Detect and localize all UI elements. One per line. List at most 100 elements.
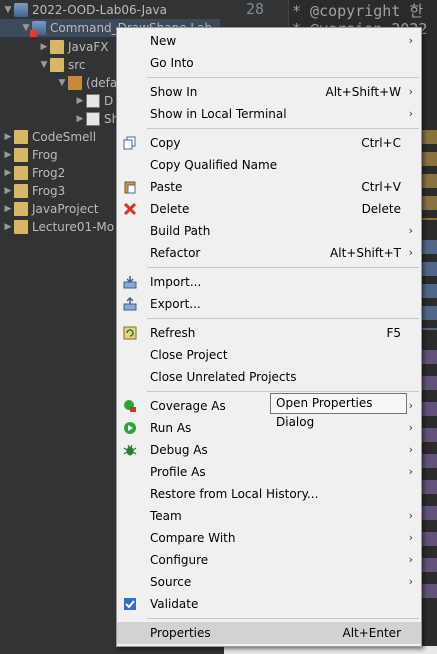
submenu-arrow-icon: › (408, 531, 413, 544)
tree-item-javaproject[interactable]: ▶ JavaProject (2, 200, 98, 218)
java-file-icon (86, 94, 100, 108)
expand-arrow-icon[interactable]: ▶ (2, 146, 14, 164)
export-icon (123, 297, 137, 311)
tree-item-label: Frog3 (32, 184, 66, 198)
menu-item-label: Close Unrelated Projects (150, 370, 297, 384)
menu-item-build-path[interactable]: Build Path › (117, 220, 421, 242)
menu-item-accelerator: Alt+Shift+W (325, 85, 402, 99)
submenu-arrow-icon: › (408, 575, 413, 588)
project-icon (14, 184, 28, 198)
tree-item-label: 2022-OOD-Lab06-Java (32, 3, 167, 17)
expand-arrow-icon[interactable]: ▶ (74, 92, 86, 110)
menu-item-label: Restore from Local History... (150, 487, 319, 501)
tree-item-project-lab06[interactable]: ▼ 2022-OOD-Lab06-Java (2, 1, 167, 19)
menu-item-debug-as[interactable]: Debug As › (117, 439, 421, 461)
java-file-icon (86, 112, 100, 126)
menu-item-new[interactable]: New › (117, 30, 421, 52)
menu-item-label: Coverage As (150, 399, 226, 413)
tree-item-label: Frog2 (32, 166, 66, 180)
tooltip: Open Properties Dialog (270, 393, 407, 429)
submenu-arrow-icon: › (408, 34, 413, 47)
menu-item-paste[interactable]: Paste Ctrl+V (117, 176, 421, 198)
menu-item-label: Debug As (150, 443, 208, 457)
tree-item-file-d[interactable]: ▶ D (74, 92, 113, 110)
menu-item-refresh[interactable]: Refresh F5 (117, 322, 421, 344)
submenu-arrow-icon: › (408, 246, 413, 259)
menu-item-show-in[interactable]: Show In Alt+Shift+W › (117, 81, 421, 103)
menu-item-label: Show In (150, 85, 198, 99)
menu-item-go-into[interactable]: Go Into (117, 52, 421, 74)
menu-item-accelerator: Ctrl+C (361, 136, 401, 150)
menu-item-source[interactable]: Source › (117, 571, 421, 593)
validate-checkmark-icon (124, 598, 136, 610)
expand-arrow-icon[interactable]: ▶ (2, 200, 14, 218)
submenu-arrow-icon: › (408, 224, 413, 237)
tree-item-lecture01[interactable]: ▶ Lecture01-Mo (2, 218, 114, 236)
status-strip (224, 646, 437, 654)
menu-item-validate[interactable]: Validate (117, 593, 421, 615)
menu-item-copy-qualified-name[interactable]: Copy Qualified Name (117, 154, 421, 176)
expand-arrow-icon[interactable]: ▶ (2, 182, 14, 200)
menu-item-team[interactable]: Team › (117, 505, 421, 527)
tree-item-javafx[interactable]: ▶ JavaFX (38, 38, 108, 56)
submenu-arrow-icon: › (408, 465, 413, 478)
menu-item-accelerator: Ctrl+V (361, 180, 401, 194)
menu-item-label: Go Into (150, 56, 194, 70)
project-icon (14, 220, 28, 234)
code-fragment-decor (422, 130, 437, 220)
menu-item-label: Close Project (150, 348, 228, 362)
menu-item-restore-history[interactable]: Restore from Local History... (117, 483, 421, 505)
menu-item-show-in-terminal[interactable]: Show in Local Terminal › (117, 103, 421, 125)
menu-separator (147, 318, 419, 319)
tree-item-frog[interactable]: ▶ Frog (2, 146, 58, 164)
submenu-arrow-icon: › (408, 421, 413, 434)
collapse-arrow-icon[interactable]: ▼ (56, 74, 68, 92)
menu-item-run-as[interactable]: Run As › (117, 417, 421, 439)
code-fragment-decor (422, 240, 437, 330)
expand-arrow-icon[interactable]: ▶ (74, 110, 86, 128)
expand-arrow-icon[interactable]: ▶ (2, 218, 14, 236)
expand-arrow-icon[interactable]: ▶ (2, 128, 14, 146)
submenu-arrow-icon: › (408, 107, 413, 120)
tree-item-label: Frog (32, 148, 58, 162)
code-line-copyright: * @copyright 한 (292, 2, 424, 20)
menu-item-configure[interactable]: Configure › (117, 549, 421, 571)
menu-item-delete[interactable]: Delete Delete (117, 198, 421, 220)
menu-item-label: Refresh (150, 326, 196, 340)
menu-item-close-unrelated[interactable]: Close Unrelated Projects (117, 366, 421, 388)
menu-item-accelerator: Delete (361, 202, 401, 216)
menu-item-label: Validate (150, 597, 199, 611)
menu-item-label: Source (150, 575, 192, 589)
menu-item-copy[interactable]: Copy Ctrl+C (117, 132, 421, 154)
project-icon (14, 3, 28, 17)
tree-item-default-package[interactable]: ▼ (defa (56, 74, 117, 92)
collapse-arrow-icon[interactable]: ▼ (2, 1, 14, 19)
expand-arrow-icon[interactable]: ▶ (2, 164, 14, 182)
menu-item-label: Import... (150, 275, 202, 289)
tree-item-label: (defa (86, 76, 118, 90)
menu-item-import[interactable]: Import... (117, 271, 421, 293)
tree-item-file-sh[interactable]: ▶ Sh (74, 110, 119, 128)
submenu-arrow-icon: › (408, 443, 413, 456)
tree-item-src[interactable]: ▼ src (38, 56, 86, 74)
project-icon (14, 130, 28, 144)
menu-item-label: Configure (150, 553, 209, 567)
menu-item-compare-with[interactable]: Compare With › (117, 527, 421, 549)
submenu-arrow-icon: › (408, 553, 413, 566)
menu-item-close-project[interactable]: Close Project (117, 344, 421, 366)
menu-item-refactor[interactable]: Refactor Alt+Shift+T › (117, 242, 421, 264)
collapse-arrow-icon[interactable]: ▼ (38, 56, 50, 74)
menu-item-label: Copy Qualified Name (150, 158, 278, 172)
project-icon (14, 166, 28, 180)
tree-item-frog3[interactable]: ▶ Frog3 (2, 182, 65, 200)
tree-item-frog2[interactable]: ▶ Frog2 (2, 164, 65, 182)
tree-item-codesmell[interactable]: ▶ CodeSmell (2, 128, 96, 146)
debug-icon (123, 444, 137, 456)
menu-item-profile-as[interactable]: Profile As › (117, 461, 421, 483)
run-icon (124, 422, 136, 434)
menu-item-export[interactable]: Export... (117, 293, 421, 315)
menu-item-properties[interactable]: Properties Alt+Enter (117, 622, 421, 644)
submenu-arrow-icon: › (408, 85, 413, 98)
project-icon (14, 148, 28, 162)
expand-arrow-icon[interactable]: ▶ (38, 38, 50, 56)
